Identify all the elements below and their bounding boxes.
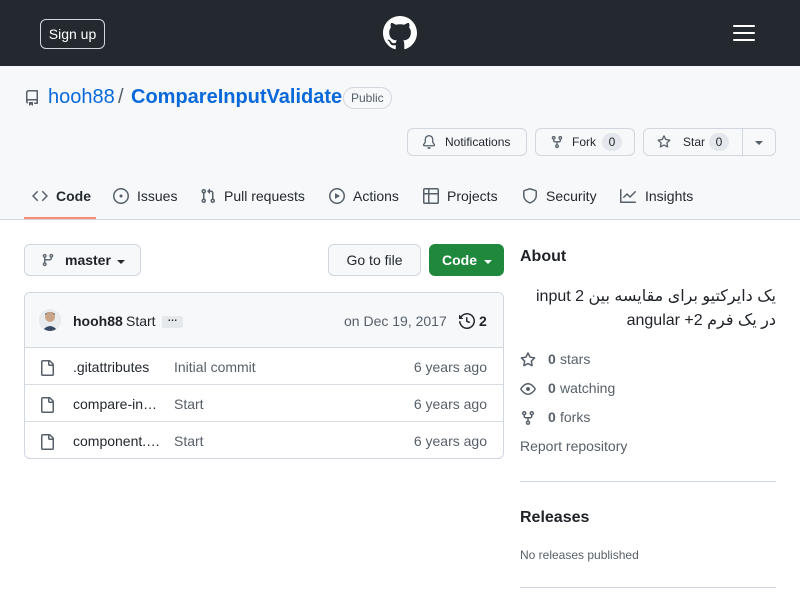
fork-label: Fork [572,135,596,149]
go-to-file-button[interactable]: Go to file [328,244,421,276]
selected-tab-underline [24,217,96,219]
file-commit-message-link[interactable]: Start [174,433,204,449]
star-label: Star [683,135,706,149]
file-commit-age: 6 years ago [413,433,487,449]
avatar[interactable] [39,309,61,331]
sign-up-button[interactable]: Sign up [40,19,105,49]
file-icon [41,434,54,450]
visibility-badge: Public [343,87,392,109]
tab-pull-requests[interactable]: Pull requests [200,178,305,220]
tab-insights-label: Insights [645,188,694,204]
star-count: 0 [709,133,729,151]
top-header: Sign up [0,0,800,66]
avatar-image [39,309,61,331]
repo-description: یک دایرکتیو برای مقایسه بین 2 input در ی… [535,288,776,329]
sidebar-divider [520,481,776,482]
file-commit-age: 6 years ago [413,359,487,375]
repo-name-link[interactable]: CompareInputValidate [131,86,342,109]
releases-heading[interactable]: Releases [520,509,589,527]
repo-forked-icon [522,411,534,426]
stars-label: stars [560,351,591,367]
eye-icon [520,383,536,395]
star-icon [520,352,536,367]
file-row[interactable]: .gitattributes Initial commit 6 years ag… [25,348,503,385]
star-dropdown-caret-icon[interactable] [754,139,764,147]
report-repository-link[interactable]: Report repository [520,438,627,454]
commit-count[interactable]: 2 [479,313,487,329]
tab-projects-label: Projects [447,188,498,204]
file-commit-message-link[interactable]: Start [174,396,204,412]
about-heading: About [520,248,567,265]
file-browser: hooh88 Start … on Dec 19, 2017 2 .gitatt… [24,292,504,459]
file-icon [41,397,54,413]
file-row[interactable]: component.… Start 6 years ago [25,422,503,458]
git-pull-request-icon [201,188,216,204]
latest-commit-row: hooh88 Start … on Dec 19, 2017 2 [25,293,503,348]
tab-actions-label: Actions [353,188,399,204]
star-split-divider [742,129,743,155]
fork-button[interactable]: Fork 0 [535,128,635,156]
notifications-label: Notifications [445,135,511,149]
commit-message-link[interactable]: Start [126,313,156,329]
tab-pull-requests-label: Pull requests [224,188,305,204]
table-icon [423,188,439,204]
branch-select-button[interactable]: master [24,244,141,276]
watching-count: 0 [548,380,556,396]
forks-link[interactable]: 0 forks [520,408,640,428]
repo-owner-link[interactable]: hooh88 [48,86,115,109]
stars-count: 0 [548,351,556,367]
tab-issues[interactable]: Issues [113,178,178,220]
bell-icon [422,135,436,149]
github-mark-icon[interactable] [383,16,417,50]
path-separator: / [118,86,124,108]
git-branch-icon [42,253,54,267]
issue-opened-icon [113,188,129,204]
forks-count: 0 [548,409,556,425]
watchers-link[interactable]: 0 watching [520,379,660,399]
file-name-link[interactable]: .gitattributes [73,359,149,375]
no-releases-text: No releases published [520,548,639,562]
chevron-down-icon [484,260,492,264]
code-icon [32,190,48,202]
fork-count: 0 [602,133,622,151]
tab-security[interactable]: Security [522,178,602,220]
commit-date: on Dec 19, 2017 [344,313,447,329]
history-icon[interactable] [459,313,475,329]
file-row[interactable]: compare-in… Start 6 years ago [25,385,503,422]
graph-icon [620,189,636,203]
tab-security-label: Security [546,188,597,204]
hamburger-menu-icon[interactable] [733,24,755,42]
code-button-label: Code [442,252,477,268]
commit-author-link[interactable]: hooh88 [73,313,123,329]
commit-expand-button[interactable]: … [162,314,183,328]
tab-actions[interactable]: Actions [329,178,404,220]
file-name-link[interactable]: compare-in… [73,396,157,412]
file-name-link[interactable]: component.… [73,433,160,449]
sidebar-divider [520,587,776,588]
tab-insights[interactable]: Insights [620,178,700,220]
watching-label: watching [560,380,616,396]
repo-forked-icon [551,135,563,149]
shield-icon [523,188,537,204]
repo-icon [25,90,38,106]
notifications-button[interactable]: Notifications [407,128,527,156]
chevron-down-icon [117,260,125,264]
star-button[interactable]: Star 0 [643,128,776,156]
star-icon [657,135,671,148]
file-commit-age: 6 years ago [413,396,487,412]
tab-code[interactable]: Code [32,178,96,220]
tab-projects[interactable]: Projects [423,178,503,220]
tab-code-label: Code [56,188,91,204]
file-commit-message-link[interactable]: Initial commit [174,359,256,375]
tab-issues-label: Issues [137,188,178,204]
code-dropdown-button[interactable]: Code [429,244,504,276]
play-icon [329,188,345,204]
branch-name: master [65,252,111,268]
forks-label: forks [560,409,591,425]
file-icon [41,360,54,376]
stars-link[interactable]: 0 stars [520,350,640,370]
